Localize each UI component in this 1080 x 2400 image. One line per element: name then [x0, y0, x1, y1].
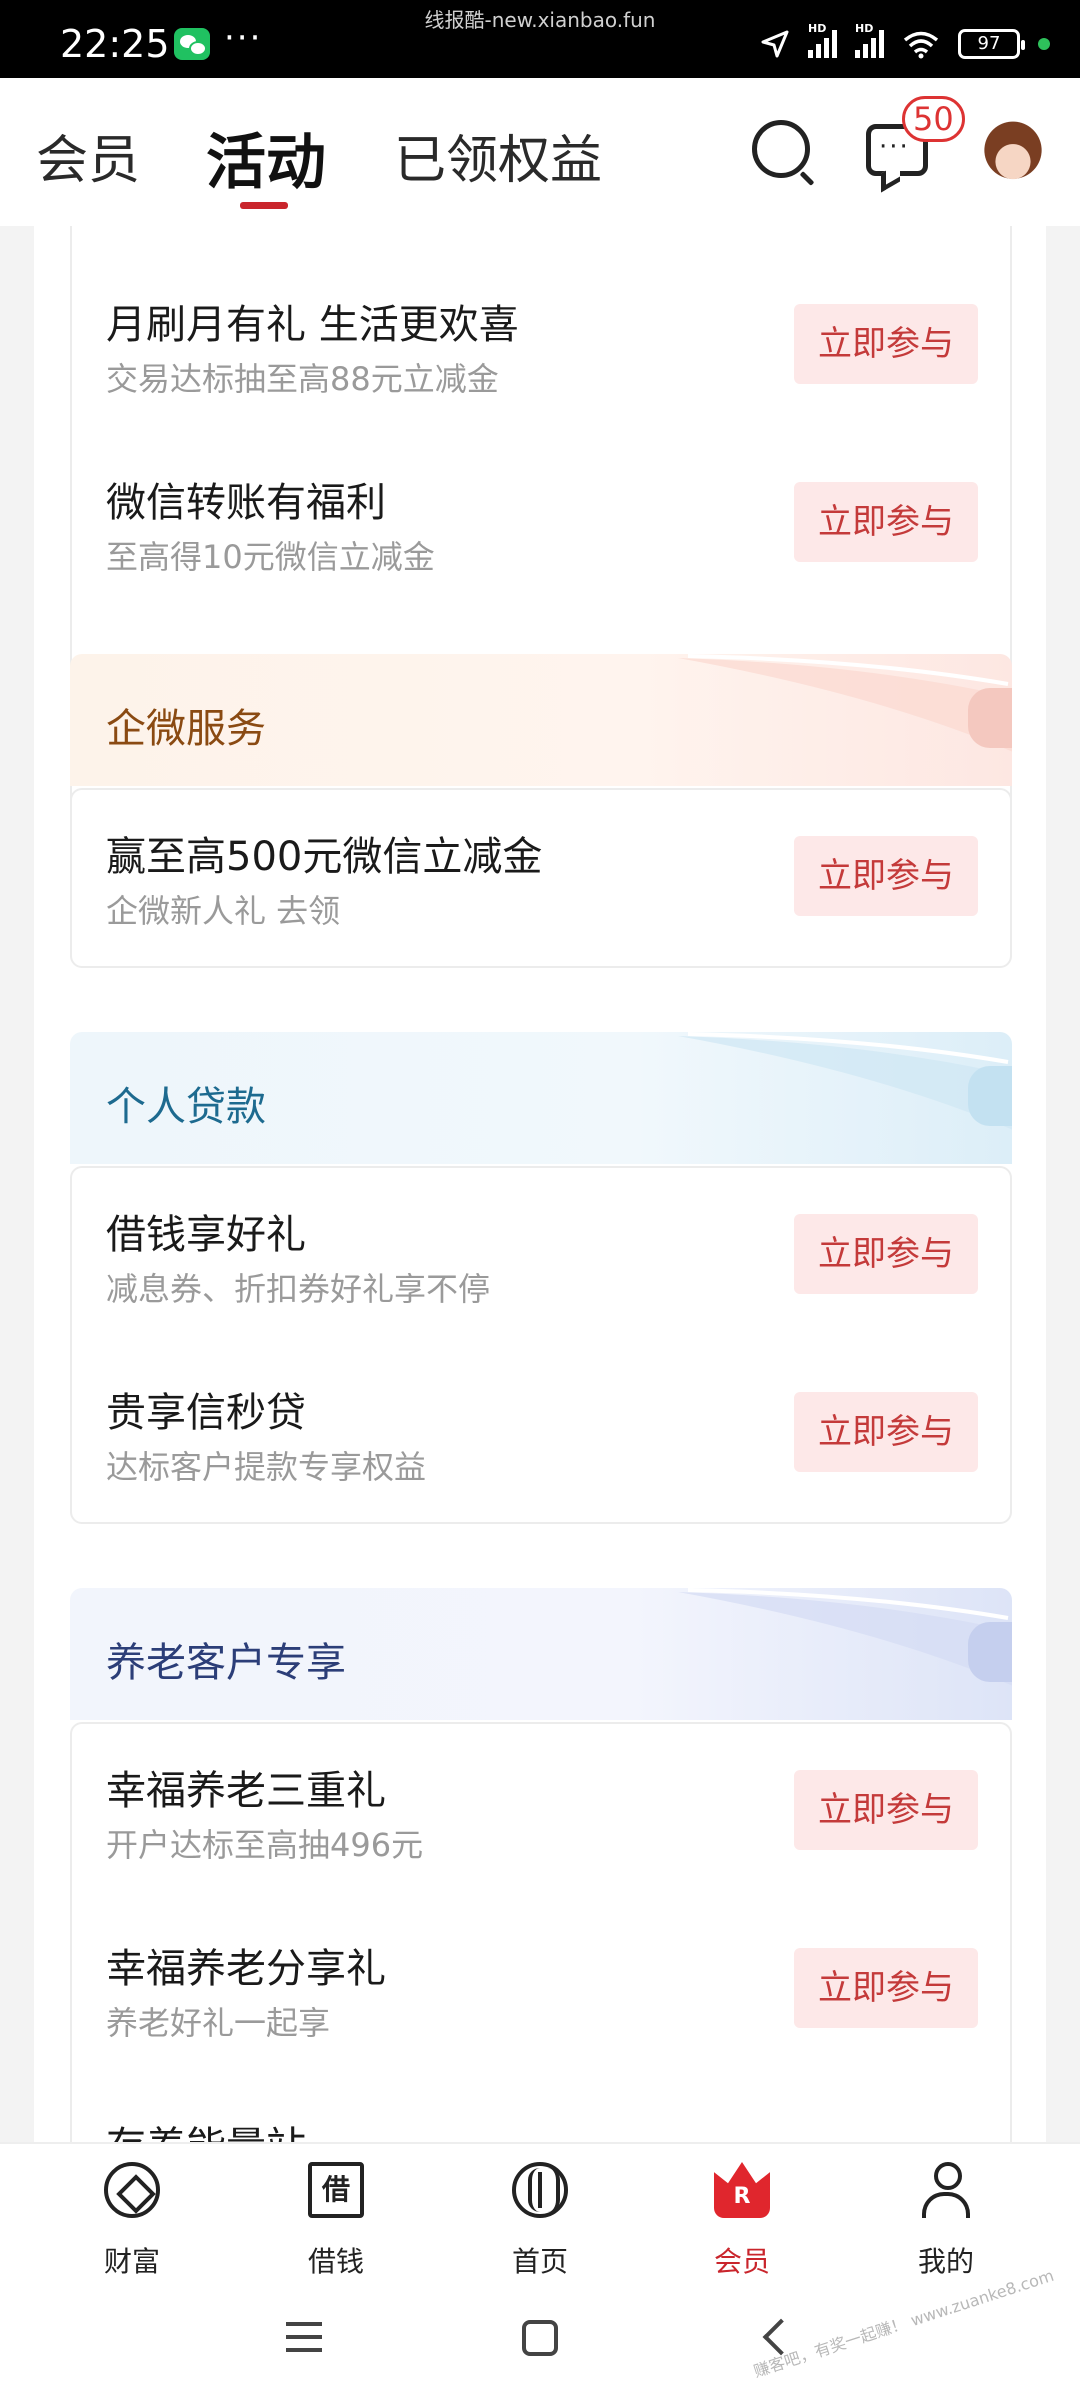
- tab-label: 会员: [713, 2245, 770, 2278]
- battery-icon: 97: [958, 29, 1025, 59]
- decorative-swoosh: [678, 654, 1012, 752]
- section-title: 养老客户专享: [106, 1640, 346, 1686]
- card-pension: 幸福养老三重礼 开户达标至高抽496元 立即参与 幸福养老分享礼 养老好礼一起享…: [70, 1722, 1012, 2142]
- tab-home[interactable]: 首页: [470, 2158, 610, 2282]
- item-subtitle: 达标客户提款专享权益: [106, 1448, 427, 1486]
- list-item[interactable]: 微信转账有福利 至高得10元微信立减金 立即参与: [72, 436, 1014, 614]
- join-now-button[interactable]: 立即参与: [794, 836, 978, 916]
- decorative-curl: [968, 1066, 1012, 1126]
- join-now-button[interactable]: 立即参与: [794, 1214, 978, 1294]
- card-loan: 借钱享好礼 减息券、折扣券好礼享不停 立即参与 贵享信秒贷 达标客户提款专享权益…: [70, 1166, 1012, 1524]
- item-subtitle: 交易达标抽至高88元立减金: [106, 360, 499, 398]
- tab-wealth[interactable]: 财富: [62, 2158, 202, 2282]
- more-notifications-icon: ···: [224, 18, 263, 58]
- item-subtitle: 企微新人礼 去领: [106, 892, 341, 930]
- item-subtitle: 减息券、折扣券好礼享不停: [106, 1270, 491, 1308]
- member-crown-icon: R: [714, 2162, 770, 2218]
- status-bar: 线报酷-new.xianbao.fun 22:25 ··· HD HD 97: [0, 0, 1080, 78]
- tab-label: 借钱: [307, 2245, 364, 2278]
- item-title: 贵享信秒贷: [106, 1390, 306, 1436]
- item-subtitle: 至高得10元微信立减金: [106, 538, 435, 576]
- card-qiwei: 赢至高500元微信立减金 企微新人礼 去领 立即参与: [70, 788, 1012, 968]
- message-count-badge: 50: [902, 96, 965, 142]
- decorative-swoosh: [678, 1588, 1012, 1686]
- join-now-button[interactable]: 立即参与: [794, 304, 978, 384]
- avatar[interactable]: [978, 116, 1048, 192]
- top-navigation: 会员 活动 已领权益 ··· 50: [0, 78, 1080, 226]
- section-header-pension: 养老客户专享: [70, 1588, 1012, 1720]
- join-now-button[interactable]: 立即参与: [794, 1392, 978, 1472]
- borrow-icon: 借: [308, 2162, 364, 2218]
- item-title: 存养能量站: [106, 2114, 306, 2142]
- bottom-tab-bar: 财富 借 借钱 首页 R 会员 我的: [0, 2142, 1080, 2282]
- activities-list[interactable]: 月刷月有礼 生活更欢喜 交易达标抽至高88元立减金 立即参与 微信转账有福利 至…: [0, 226, 1080, 2142]
- search-icon[interactable]: [752, 120, 810, 178]
- section-title: 企微服务: [106, 706, 266, 752]
- list-item[interactable]: 借钱享好礼 减息券、折扣券好礼享不停 立即参与: [72, 1168, 1014, 1346]
- item-title: 微信转账有福利: [106, 480, 386, 526]
- list-item[interactable]: 赢至高500元微信立减金 企微新人礼 去领 立即参与: [72, 790, 1014, 968]
- wifi-icon: [903, 31, 939, 59]
- item-subtitle: 养老好礼一起享: [106, 2004, 331, 2042]
- join-now-button[interactable]: 立即参与: [794, 482, 978, 562]
- wealth-icon: [104, 2162, 160, 2218]
- tab-borrow[interactable]: 借 借钱: [266, 2158, 406, 2282]
- section-header-loan: 个人贷款: [70, 1032, 1012, 1164]
- tab-member-bottom[interactable]: R 会员: [672, 2158, 812, 2282]
- item-title: 幸福养老分享礼: [106, 1946, 386, 1992]
- cell-signal-icon-2: HD: [855, 22, 884, 58]
- tab-label: 财富: [103, 2245, 160, 2278]
- cell-signal-icon: HD: [808, 22, 837, 58]
- wechat-notification-icon: [174, 28, 210, 60]
- system-home-icon[interactable]: [522, 2320, 558, 2356]
- item-title: 幸福养老三重礼: [106, 1768, 386, 1814]
- profile-icon: [918, 2162, 974, 2218]
- join-now-button[interactable]: 立即参与: [794, 1770, 978, 1850]
- item-title: 赢至高500元微信立减金: [106, 834, 543, 880]
- decorative-curl: [968, 1622, 1012, 1682]
- status-time: 22:25: [60, 22, 170, 66]
- decorative-curl: [968, 688, 1012, 748]
- tab-mine[interactable]: 我的: [876, 2158, 1016, 2282]
- list-item[interactable]: 存养能量站: [72, 2080, 1014, 2142]
- list-item[interactable]: 月刷月有礼 生活更欢喜 交易达标抽至高88元立减金 立即参与: [72, 258, 1014, 436]
- list-item[interactable]: 幸福养老分享礼 养老好礼一起享 立即参与: [72, 1902, 1014, 2080]
- list-item[interactable]: 幸福养老三重礼 开户达标至高抽496元 立即参与: [72, 1724, 1014, 1902]
- decorative-swoosh: [678, 1032, 1012, 1130]
- tab-activities[interactable]: 活动: [206, 114, 326, 201]
- system-navigation-bar: 赚客吧，有奖一起赚！ www.zuanke8.com: [0, 2266, 1080, 2400]
- tab-label: 我的: [917, 2245, 974, 2278]
- tab-member[interactable]: 会员: [36, 118, 140, 193]
- section-title: 个人贷款: [106, 1084, 266, 1130]
- active-tab-indicator: [240, 202, 288, 209]
- recent-apps-icon[interactable]: [286, 2322, 322, 2352]
- join-now-button[interactable]: 立即参与: [794, 1948, 978, 2028]
- item-subtitle: 开户达标至高抽496元: [106, 1826, 424, 1864]
- tab-claimed-benefits[interactable]: 已领权益: [394, 118, 602, 193]
- list-item[interactable]: 贵享信秒贷 达标客户提款专享权益 立即参与: [72, 1346, 1014, 1524]
- section-header-qiwei: 企微服务: [70, 654, 1012, 786]
- privacy-indicator-dot: [1038, 38, 1050, 50]
- item-title: 借钱享好礼: [106, 1212, 306, 1258]
- home-icon: [512, 2162, 568, 2218]
- status-indicators: HD HD 97: [760, 22, 1050, 62]
- item-title: 月刷月有礼 生活更欢喜: [106, 302, 519, 348]
- location-arrow-icon: [761, 30, 789, 58]
- tab-label: 首页: [511, 2245, 568, 2278]
